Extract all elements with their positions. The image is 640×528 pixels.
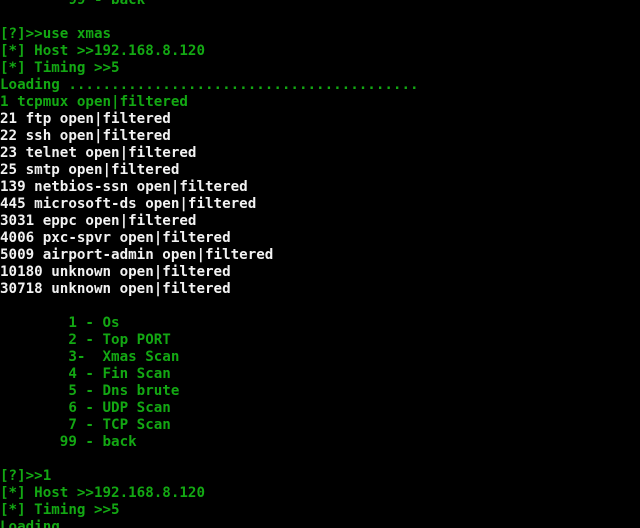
terminal-line-timing-2: [*] Timing >>5 <box>0 502 120 518</box>
terminal-line-prompt-use-xmas: [?]>>use xmas <box>0 26 112 42</box>
terminal-window[interactable]: 99 - back [?]>>use xmas [*] Host >>192.16… <box>0 0 640 528</box>
terminal-line-prompt-1: [?]>>1 <box>0 468 52 484</box>
terminal-line-port-445-microsoft: 445 microsoft-ds open|filtered <box>0 196 257 212</box>
terminal-line-menu-3-xmas-scan: 3- Xmas Scan <box>0 349 180 365</box>
terminal-line-menu-7-tcp-scan: 7 - TCP Scan <box>0 417 171 433</box>
terminal-line-menu-6-udp-scan: 6 - UDP Scan <box>0 400 171 416</box>
terminal-line-blank-2 <box>0 298 640 315</box>
terminal-line-port-1-tcpmux: 1 tcpmux open|filtered <box>0 94 188 110</box>
terminal-line-port-5009-airport: 5009 airport-admin open|filtered <box>0 247 274 263</box>
terminal-scrollback: 99 - back [?]>>use xmas [*] Host >>192.16… <box>0 0 640 528</box>
terminal-line-port-23-telnet: 23 telnet open|filtered <box>0 145 197 161</box>
terminal-line-menu-1-os: 1 - Os <box>0 315 120 331</box>
terminal-line-port-30718-unknown: 30718 unknown open|filtered <box>0 281 231 297</box>
terminal-line-timing-1: [*] Timing >>5 <box>0 60 120 76</box>
terminal-line-menu-5-dns-brute: 5 - Dns brute <box>0 383 180 399</box>
terminal-line-host-1: [*] Host >>192.168.8.120 <box>0 43 205 59</box>
terminal-line-port-21-ftp: 21 ftp open|filtered <box>0 111 171 127</box>
terminal-line-port-10180-unknown: 10180 unknown open|filtered <box>0 264 231 280</box>
terminal-line-port-3031-eppc: 3031 eppc open|filtered <box>0 213 197 229</box>
terminal-line-blank-1 <box>0 9 640 26</box>
terminal-line-loading-1: Loading ................................… <box>0 77 419 93</box>
terminal-line-menu-2-top-port: 2 - Top PORT <box>0 332 171 348</box>
terminal-line-menu-4-fin-scan: 4 - Fin Scan <box>0 366 171 382</box>
terminal-line-loading-2: Loading ................................… <box>0 519 419 528</box>
terminal-line-host-2: [*] Host >>192.168.8.120 <box>0 485 205 501</box>
terminal-line-port-25-smtp: 25 smtp open|filtered <box>0 162 180 178</box>
terminal-line-clipped-menu-back: 99 - back <box>0 0 146 8</box>
terminal-line-port-139-netbios: 139 netbios-ssn open|filtered <box>0 179 248 195</box>
terminal-line-menu-99-back: 99 - back <box>0 434 137 450</box>
terminal-line-port-4006-pxcspvr: 4006 pxc-spvr open|filtered <box>0 230 231 246</box>
terminal-line-blank-3 <box>0 451 640 468</box>
terminal-line-port-22-ssh: 22 ssh open|filtered <box>0 128 171 144</box>
